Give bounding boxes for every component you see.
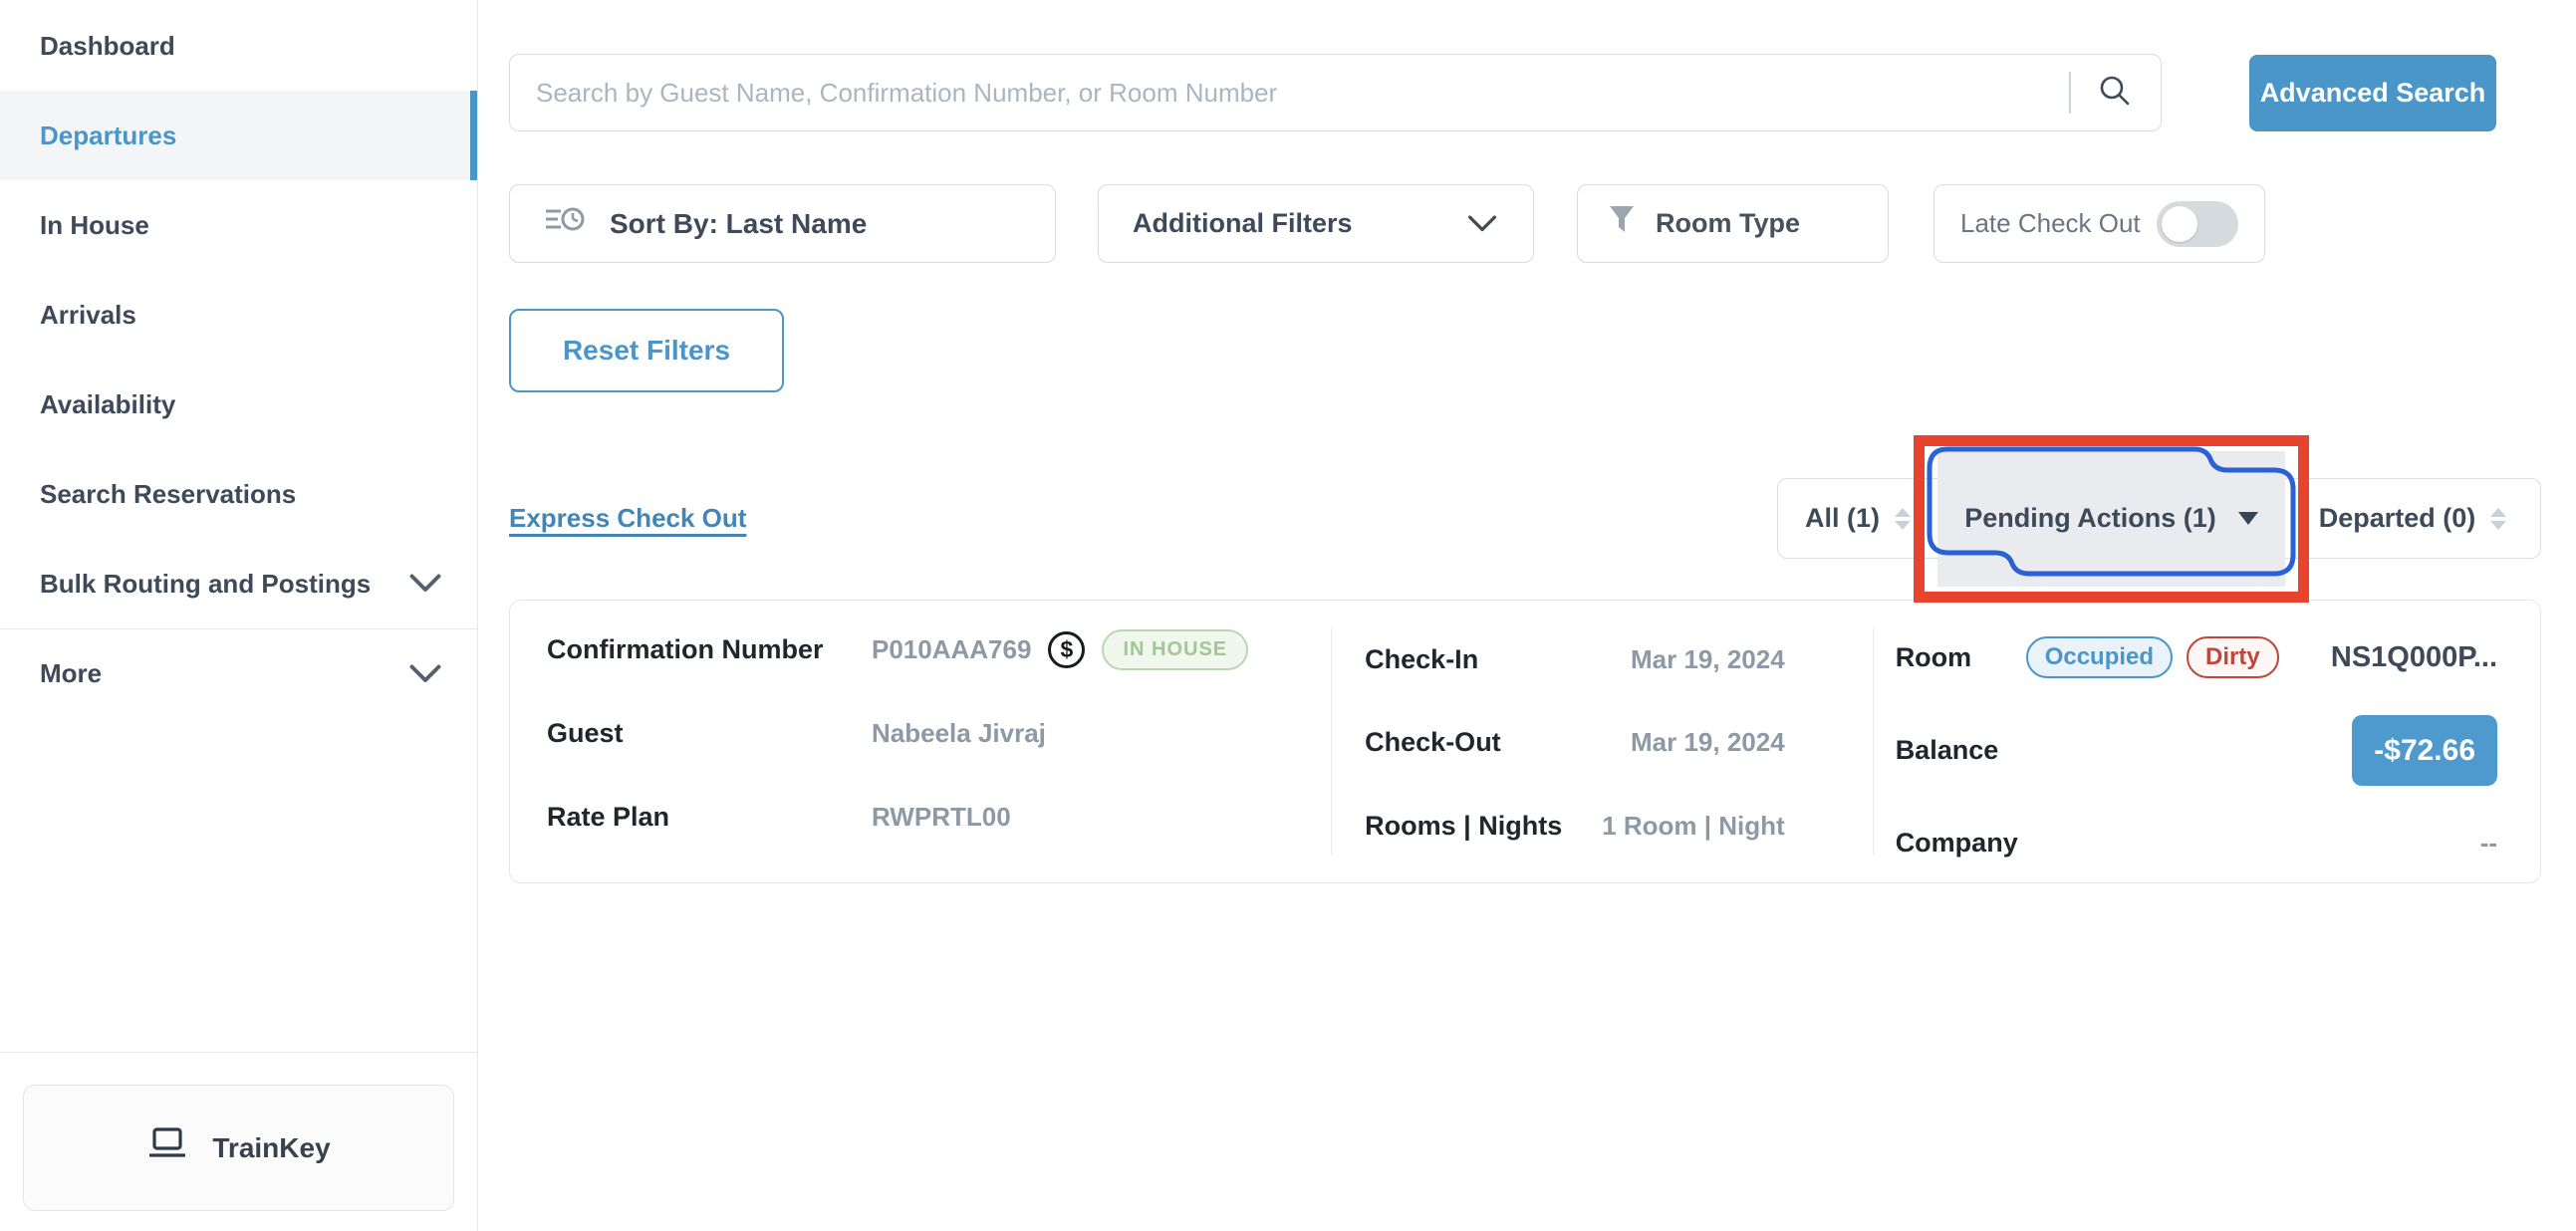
company-value: --	[2480, 828, 2497, 859]
funnel-icon	[1608, 204, 1636, 243]
departure-status-tabs: All (1) Pending Actions (1) Departed (0)	[1777, 478, 2541, 559]
search-icon[interactable]	[2097, 73, 2133, 114]
sort-carets-icon	[1895, 508, 1911, 530]
sidebar-item-dashboard[interactable]: Dashboard	[0, 1, 477, 91]
tab-all-label: All (1)	[1805, 503, 1880, 534]
company-label: Company	[1896, 828, 2018, 859]
search-row: Advanced Search	[509, 54, 2541, 131]
card-column-room-balance: Room Occupied Dirty NS1Q000P... Balance …	[1874, 601, 2540, 882]
sidebar-footer: TrainKey	[0, 1052, 477, 1231]
search-input[interactable]	[534, 77, 2059, 110]
confirmation-label: Confirmation Number	[547, 634, 872, 665]
balance-amount-badge[interactable]: -$72.66	[2352, 715, 2497, 786]
sidebar-item-label: Dashboard	[40, 31, 175, 62]
tab-pending-actions[interactable]: Pending Actions (1)	[1937, 451, 2285, 587]
company-row: Company --	[1896, 823, 2497, 862]
room-status-badges: Occupied Dirty	[2026, 636, 2279, 678]
room-type-label: Room Type	[1656, 208, 1800, 239]
late-check-out-label: Late Check Out	[1960, 208, 2141, 239]
sort-by-label: Sort By: Last Name	[610, 208, 867, 240]
advanced-search-button[interactable]: Advanced Search	[2249, 55, 2496, 131]
sidebar-item-search-reservations[interactable]: Search Reservations	[0, 449, 477, 539]
check-in-value: Mar 19, 2024	[1631, 644, 1785, 675]
room-type-filter[interactable]: Room Type	[1577, 184, 1889, 263]
app-window: Dashboard Departures In House Arrivals A…	[0, 0, 2576, 1231]
caret-down-icon	[2238, 512, 2258, 525]
rooms-nights-row: Rooms | Nights 1 Room | Night	[1365, 806, 1785, 846]
search-box	[509, 54, 2162, 131]
room-row: Room Occupied Dirty NS1Q000P...	[1896, 636, 2497, 678]
tab-all[interactable]: All (1)	[1778, 503, 1937, 534]
sidebar-item-label: Bulk Routing and Postings	[40, 569, 371, 600]
sidebar-item-in-house[interactable]: In House	[0, 180, 477, 270]
sidebar-nav: Dashboard Departures In House Arrivals A…	[0, 0, 477, 718]
sidebar-item-departures[interactable]: Departures	[0, 91, 477, 180]
balance-row: Balance -$72.66	[1896, 715, 2497, 786]
filter-row: Sort By: Last Name Additional Filters Ro…	[509, 184, 2541, 263]
sidebar: Dashboard Departures In House Arrivals A…	[0, 0, 478, 1231]
card-column-stay-dates: Check-In Mar 19, 2024 Check-Out Mar 19, …	[1332, 601, 1873, 882]
additional-filters-dropdown[interactable]: Additional Filters	[1098, 184, 1534, 263]
rooms-nights-label: Rooms | Nights	[1365, 811, 1562, 842]
check-out-value: Mar 19, 2024	[1631, 727, 1785, 758]
sort-by-dropdown[interactable]: Sort By: Last Name	[509, 184, 1056, 263]
laptop-icon	[146, 1126, 188, 1169]
additional-filters-label: Additional Filters	[1133, 208, 1353, 239]
guest-value: Nabeela Jivraj	[872, 718, 1046, 749]
rooms-nights-value: 1 Room | Night	[1602, 811, 1785, 842]
main-content: Advanced Search Sort By: Last Name	[478, 0, 2576, 1231]
toggle-knob	[2162, 206, 2197, 242]
sidebar-item-label: More	[40, 658, 102, 689]
rate-plan-value: RWPRTL00	[872, 802, 1011, 833]
sidebar-item-label: Departures	[40, 121, 176, 151]
list-header: Express Check Out All (1) Pending Action…	[509, 478, 2541, 559]
express-check-out-link[interactable]: Express Check Out	[509, 503, 746, 534]
in-house-status-badge: IN HOUSE	[1102, 629, 1248, 670]
guest-row: Guest Nabeela Jivraj	[547, 714, 1303, 754]
guest-label: Guest	[547, 718, 872, 749]
sidebar-item-label: Search Reservations	[40, 479, 296, 510]
chevron-down-icon	[406, 662, 444, 686]
reset-filters-button[interactable]: Reset Filters	[509, 309, 784, 392]
trainkey-button[interactable]: TrainKey	[23, 1085, 454, 1211]
check-out-label: Check-Out	[1365, 727, 1501, 758]
chevron-down-icon	[1465, 213, 1499, 235]
sidebar-item-label: Availability	[40, 389, 175, 420]
confirmation-value: P010AAA769	[872, 634, 1031, 665]
check-in-label: Check-In	[1365, 644, 1478, 675]
dirty-badge: Dirty	[2187, 636, 2279, 678]
reservation-card[interactable]: Confirmation Number P010AAA769 $ IN HOUS…	[509, 600, 2541, 883]
tab-departed-label: Departed (0)	[2319, 503, 2476, 534]
card-column-guest-info: Confirmation Number P010AAA769 $ IN HOUS…	[510, 601, 1331, 882]
dollar-circle-icon: $	[1048, 631, 1085, 668]
sidebar-item-bulk-routing-and-postings[interactable]: Bulk Routing and Postings	[0, 539, 477, 628]
sidebar-item-label: In House	[40, 210, 149, 241]
rate-plan-label: Rate Plan	[547, 802, 872, 833]
search-divider	[2069, 72, 2071, 114]
confirmation-row: Confirmation Number P010AAA769 $ IN HOUS…	[547, 629, 1303, 670]
tab-pending-actions-label: Pending Actions (1)	[1964, 503, 2216, 534]
sidebar-item-label: Arrivals	[40, 300, 136, 331]
rate-plan-row: Rate Plan RWPRTL00	[547, 797, 1303, 837]
tab-departed[interactable]: Departed (0)	[2285, 503, 2540, 534]
room-label: Room	[1896, 642, 2026, 673]
chevron-down-icon	[406, 572, 444, 596]
late-check-out-filter: Late Check Out	[1933, 184, 2265, 263]
sidebar-item-arrivals[interactable]: Arrivals	[0, 270, 477, 360]
sort-carets-icon	[2490, 508, 2506, 530]
sidebar-item-more[interactable]: More	[0, 628, 477, 718]
room-value: NS1Q000P...	[2331, 641, 2497, 674]
occupied-badge: Occupied	[2026, 636, 2173, 678]
check-out-row: Check-Out Mar 19, 2024	[1365, 723, 1785, 763]
late-check-out-toggle[interactable]	[2157, 201, 2238, 247]
sort-icon	[544, 203, 586, 244]
check-in-row: Check-In Mar 19, 2024	[1365, 639, 1785, 679]
reset-row: Reset Filters	[509, 309, 2541, 392]
balance-label: Balance	[1896, 735, 1999, 766]
sidebar-item-availability[interactable]: Availability	[0, 360, 477, 449]
trainkey-label: TrainKey	[212, 1132, 330, 1164]
